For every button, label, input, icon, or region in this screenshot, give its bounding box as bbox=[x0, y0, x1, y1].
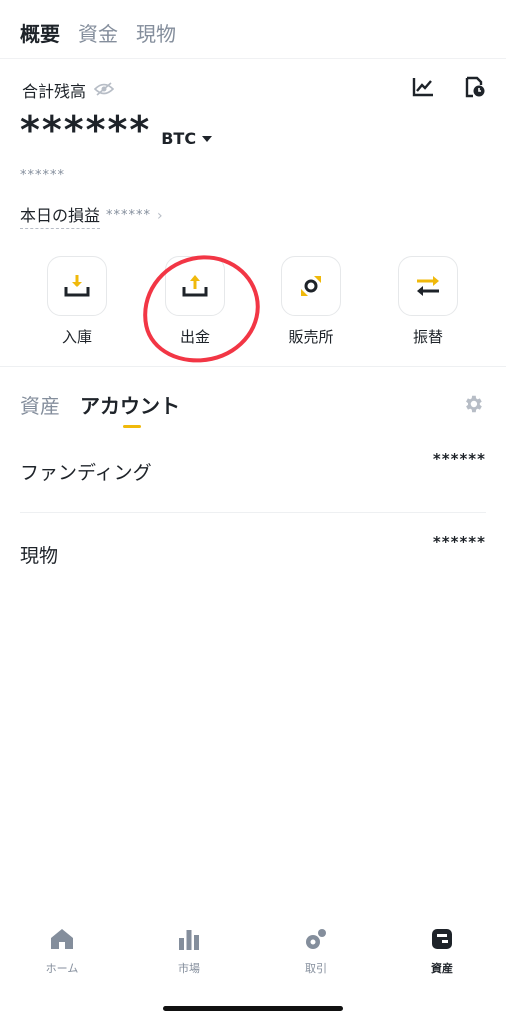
history-icon[interactable] bbox=[462, 74, 488, 100]
market-icon bbox=[179, 930, 199, 950]
list-item-funding[interactable]: ファンディング ****** bbox=[20, 450, 486, 485]
total-balance-row: 合計残高 bbox=[22, 78, 115, 102]
transfer-icon bbox=[398, 256, 458, 316]
nav-market-label: 市場 bbox=[178, 962, 200, 975]
nav-market[interactable]: 市場 bbox=[144, 928, 234, 976]
nav-home[interactable]: ホーム bbox=[17, 928, 107, 976]
chart-icon[interactable] bbox=[410, 74, 436, 100]
nav-assets-label: 資産 bbox=[431, 962, 453, 975]
home-icon bbox=[51, 929, 73, 949]
header-icons bbox=[410, 74, 488, 100]
bottom-nav: ホーム 市場 取引 資産 bbox=[0, 920, 506, 990]
tab-assets[interactable]: 資産 bbox=[20, 390, 60, 419]
caret-down-icon bbox=[202, 135, 213, 142]
top-tabs: 概要 資金 現物 bbox=[20, 18, 176, 47]
section-divider bbox=[0, 366, 506, 367]
currency-label: BTC bbox=[161, 129, 197, 148]
today-pnl[interactable]: 本日の損益 ****** › bbox=[20, 202, 163, 229]
balance: ****** BTC bbox=[20, 108, 213, 152]
nav-home-label: ホーム bbox=[45, 962, 79, 975]
transfer-button[interactable]: 振替 bbox=[383, 256, 473, 347]
account-amount: ****** bbox=[432, 450, 486, 468]
currency-selector[interactable]: BTC bbox=[161, 129, 213, 150]
hide-balance-icon[interactable] bbox=[93, 81, 115, 100]
nav-trade[interactable]: 取引 bbox=[271, 928, 361, 976]
settings-gear-icon[interactable] bbox=[462, 393, 484, 419]
account-name: ファンディング bbox=[20, 462, 152, 484]
header-divider bbox=[0, 58, 506, 59]
deposit-icon bbox=[47, 256, 107, 316]
tab-overview[interactable]: 概要 bbox=[20, 18, 60, 47]
balance-masked: ****** bbox=[20, 108, 152, 152]
wallet-icon bbox=[432, 929, 452, 949]
chevron-right-icon: › bbox=[157, 207, 163, 224]
account-name: 現物 bbox=[20, 545, 59, 567]
deposit-button[interactable]: 入庫 bbox=[32, 256, 122, 347]
total-balance-label: 合計残高 bbox=[22, 82, 87, 101]
transfer-label: 振替 bbox=[412, 328, 443, 346]
balance-fiat-masked: ****** bbox=[20, 168, 65, 183]
row-divider bbox=[20, 512, 486, 513]
pnl-masked: ****** bbox=[106, 208, 152, 223]
tab-account[interactable]: アカウント bbox=[80, 390, 180, 419]
pnl-label: 本日の損益 bbox=[20, 202, 101, 229]
tab-spot[interactable]: 現物 bbox=[136, 18, 176, 47]
nav-assets[interactable]: 資産 bbox=[397, 928, 487, 976]
tab-funds[interactable]: 資金 bbox=[78, 18, 118, 47]
convert-label: 販売所 bbox=[288, 328, 334, 346]
deposit-label: 入庫 bbox=[61, 328, 92, 346]
convert-button[interactable]: 販売所 bbox=[266, 256, 356, 347]
section-tabs: 資産 アカウント bbox=[20, 390, 180, 419]
convert-icon bbox=[281, 256, 341, 316]
active-tab-indicator bbox=[123, 425, 141, 428]
account-amount: ****** bbox=[432, 533, 486, 551]
list-item-spot[interactable]: 現物 ****** bbox=[20, 533, 486, 568]
trade-icon bbox=[306, 929, 326, 949]
nav-trade-label: 取引 bbox=[305, 962, 327, 975]
home-indicator bbox=[163, 1006, 343, 1011]
